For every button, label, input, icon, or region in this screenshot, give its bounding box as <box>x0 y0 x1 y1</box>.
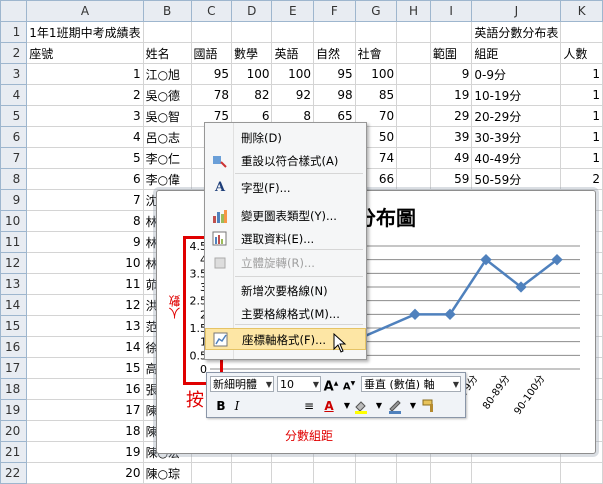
menu-separator <box>235 249 363 250</box>
menu-item-2[interactable]: A 字型(F)... <box>205 177 366 199</box>
menu-item-label: 新增次要格線(N) <box>241 284 328 298</box>
blank-icon <box>211 306 229 322</box>
menu-item-label: 主要格線格式(M)... <box>241 307 340 321</box>
chart-type-icon <box>211 208 229 224</box>
chart-element-value: 垂直 (數值) 軸 <box>364 378 435 391</box>
format-painter-icon[interactable] <box>421 398 437 414</box>
shrink-font-button[interactable]: A▼ <box>341 376 357 392</box>
menu-item-label: 立體旋轉(R)... <box>241 256 315 270</box>
blank-icon <box>211 283 229 299</box>
font-size-value: 10 <box>280 378 294 391</box>
menu-separator <box>235 324 363 325</box>
fill-color-button[interactable] <box>353 398 369 414</box>
font-name-combo[interactable]: 新細明體 ▼ <box>210 376 274 392</box>
data-point-marker <box>409 308 421 320</box>
grow-font-button[interactable]: A▲ <box>323 376 339 394</box>
menu-item-6[interactable]: 新增次要格線(N) <box>205 280 366 302</box>
x-tick-label: 90-100分 <box>512 373 548 417</box>
mini-toolbar[interactable]: 新細明體 ▼ 10 ▼ A▲ A▼ 垂直 (數值) 軸 ▼ B I ≡ A ▼ … <box>206 372 466 418</box>
font-size-combo[interactable]: 10 ▼ <box>277 376 321 392</box>
menu-item-label: 變更圖表類型(Y)... <box>241 209 337 223</box>
font-color-button[interactable]: A <box>321 398 337 414</box>
3d-rotate-icon <box>211 255 229 271</box>
menu-item-label: 重設以符合樣式(A) <box>241 154 339 168</box>
align-button[interactable]: ≡ <box>301 398 317 414</box>
chevron-down-icon: ▼ <box>452 380 459 389</box>
delete-icon <box>211 130 229 146</box>
chevron-down-icon[interactable]: ▼ <box>371 398 387 414</box>
menu-item-label: 字型(F)... <box>241 181 291 195</box>
bold-button[interactable]: B <box>213 398 229 414</box>
chart-element-select[interactable]: 垂直 (數值) 軸 ▼ <box>361 376 461 392</box>
font-icon: A <box>214 180 226 195</box>
select-data-icon <box>211 231 229 247</box>
y-axis-title[interactable]: 人數 <box>166 295 183 319</box>
menu-item-1[interactable]: 重設以符合樣式(A) <box>205 150 366 172</box>
mouse-pointer-icon <box>333 333 347 353</box>
chevron-down-icon: ▼ <box>312 380 319 389</box>
menu-item-label: 座標軸格式(F)... <box>242 333 327 347</box>
x-axis-title[interactable]: 分數組距 <box>285 427 333 444</box>
chevron-down-icon[interactable]: ▼ <box>405 398 421 414</box>
menu-separator <box>235 276 363 277</box>
context-menu[interactable]: 刪除(D) 重設以符合樣式(A) A 字型(F)... 變更圖表類型(Y)... 選取資料… <box>204 122 367 360</box>
x-tick-label: 80-89分 <box>480 373 512 412</box>
menu-item-5: 立體旋轉(R)... <box>205 252 366 274</box>
reset-style-icon <box>211 153 229 169</box>
menu-item-0[interactable]: 刪除(D) <box>205 127 366 149</box>
menu-item-7[interactable]: 主要格線格式(M)... <box>205 303 366 325</box>
format-axis-icon <box>212 332 230 348</box>
menu-item-label: 選取資料(E)... <box>241 232 315 246</box>
chevron-down-icon: ▼ <box>265 380 272 389</box>
italic-button[interactable]: I <box>229 398 245 414</box>
menu-separator <box>235 173 363 174</box>
menu-item-4[interactable]: 選取資料(E)... <box>205 228 366 250</box>
line-color-button[interactable] <box>387 398 403 414</box>
font-name-value: 新細明體 <box>213 378 257 391</box>
menu-item-3[interactable]: 變更圖表類型(Y)... <box>205 205 366 227</box>
menu-item-label: 刪除(D) <box>241 131 282 145</box>
